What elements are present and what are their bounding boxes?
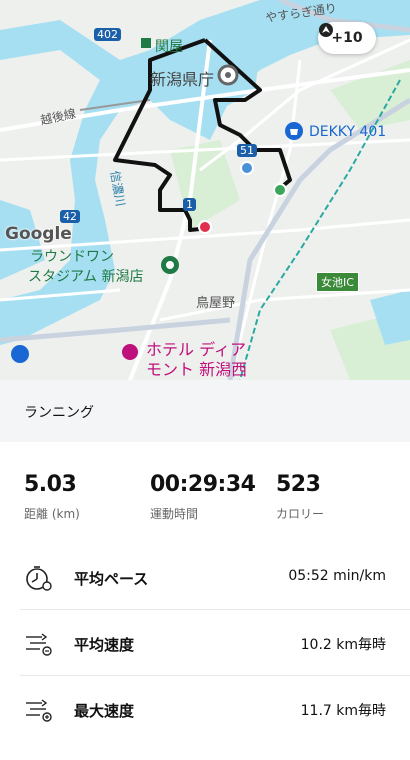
- divider: [20, 675, 410, 676]
- metric-value-max-speed: 11.7 km毎時: [300, 703, 386, 719]
- station-marker-icon: [141, 38, 151, 48]
- start-pin-icon[interactable]: [198, 220, 212, 234]
- metric-name-max-speed: 最大速度: [74, 702, 135, 720]
- map-label-dekky: DEKKY 401: [309, 124, 387, 140]
- metric-value-average-speed: 10.2 km毎時: [300, 637, 386, 653]
- map-label-sekiya: 関屋: [155, 39, 183, 55]
- route-shield-1: 1: [183, 198, 196, 211]
- route-shield-51: 51: [237, 144, 257, 157]
- map-label-hotel-2: モント 新潟西: [146, 360, 248, 379]
- hotel-marker-icon: [122, 344, 138, 360]
- stat-duration-label: 運動時間: [150, 507, 199, 521]
- interchange-label: 女池IC: [316, 272, 359, 292]
- activity-type: ランニング: [24, 405, 94, 421]
- map-label-toriyano: 鳥屋野: [196, 296, 236, 311]
- metric-name-average-pace: 平均ペース: [74, 570, 149, 588]
- metric-row-average-speed: 平均速度 10.2 km毎時: [0, 612, 410, 676]
- compass-arrow-icon: [319, 23, 333, 37]
- stopwatch-icon: [26, 566, 52, 591]
- poi-pin-icon: [240, 161, 254, 175]
- stat-distance-value: 5.03: [24, 472, 77, 497]
- metric-value-average-pace: 05:52 min/km: [288, 568, 386, 584]
- stat-duration: 00:29:34 運動時間: [150, 472, 256, 522]
- stat-calories: 523 カロリー: [276, 472, 324, 522]
- map-label-niigata-pref: 新潟県庁: [150, 70, 215, 89]
- badge-count: +10: [331, 30, 363, 46]
- route-shield-402: 402: [94, 28, 121, 41]
- speed-average-icon: [26, 633, 52, 656]
- map-canvas: [0, 0, 410, 380]
- activity-type-header: ランニング: [0, 380, 410, 442]
- map-label-round1-1: ラウンドワン: [30, 249, 114, 265]
- stat-distance-label: 距離 (km): [24, 507, 80, 521]
- map-label-round1-2: スタジアム 新潟店: [28, 269, 144, 285]
- google-logo: Google: [5, 224, 72, 244]
- metric-name-average-speed: 平均速度: [74, 636, 135, 654]
- stat-duration-value: 00:29:34: [150, 472, 256, 497]
- stat-distance: 5.03 距離 (km): [24, 472, 80, 522]
- divider: [20, 609, 410, 610]
- achievement-badge[interactable]: +10: [318, 22, 376, 54]
- speed-max-icon: [26, 699, 52, 722]
- end-pin-icon[interactable]: [273, 183, 287, 197]
- route-shield-42: 42: [60, 210, 80, 223]
- stat-calories-value: 523: [276, 472, 321, 497]
- stat-calories-label: カロリー: [276, 507, 325, 521]
- metric-row-max-speed: 最大速度 11.7 km毎時: [0, 678, 410, 742]
- shop-marker-icon: [11, 345, 29, 363]
- metric-row-average-pace: 平均ペース 05:52 min/km: [0, 546, 410, 610]
- route-map[interactable]: 関屋 新潟県庁 DEKKY 401 越後線 信濃川 ラウンドワン スタジアム 新…: [0, 0, 410, 380]
